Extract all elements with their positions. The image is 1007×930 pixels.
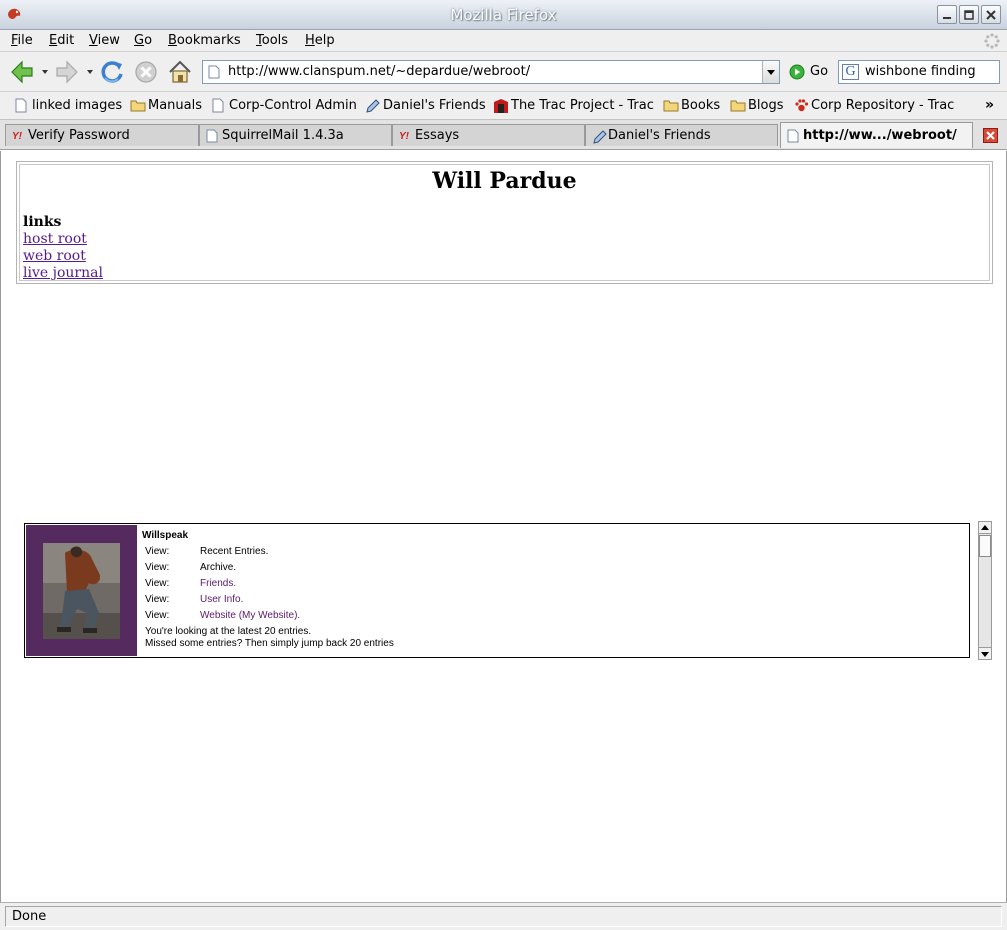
- pencil-icon: [593, 130, 607, 144]
- menu-view[interactable]: View: [89, 33, 120, 48]
- svg-text:Y!: Y!: [12, 131, 23, 141]
- go-label: Go: [810, 64, 829, 79]
- scroll-up-arrow-icon[interactable]: [979, 522, 991, 534]
- page-icon: [15, 98, 27, 113]
- scroll-thumb[interactable]: [979, 535, 991, 557]
- journal-header: Willspeak View: Recent Entries. View: Ar…: [24, 523, 970, 658]
- svg-text:Y!: Y!: [399, 131, 410, 141]
- menu-bar: File Edit View Go Bookmarks Tools Help: [0, 30, 1007, 52]
- minimize-button[interactable]: [937, 5, 957, 24]
- entries-note: You're looking at the latest 20 entries.: [145, 626, 312, 637]
- search-input[interactable]: G wishbone finding: [838, 60, 1000, 84]
- page-icon: [206, 129, 218, 143]
- link-live-journal[interactable]: live journal: [23, 265, 103, 281]
- frame-scrollbar[interactable]: [978, 521, 992, 660]
- back-history-dropdown[interactable]: [42, 70, 48, 74]
- journal-title: Willspeak: [142, 530, 189, 541]
- tab-essays[interactable]: Y! Essays: [392, 124, 585, 146]
- url-bar[interactable]: http://www.clanspum.net/~depardue/webroo…: [202, 60, 780, 84]
- status-bar: Done: [0, 902, 1007, 930]
- menu-bookmarks[interactable]: Bookmarks: [168, 33, 241, 48]
- maximize-button[interactable]: [959, 5, 979, 24]
- minimize-icon: [943, 17, 951, 19]
- url-history-dropdown[interactable]: [762, 61, 779, 83]
- home-icon[interactable]: [166, 58, 194, 86]
- close-icon: [986, 10, 996, 20]
- status-field: Done: [5, 906, 1002, 927]
- tab-daniels-friends[interactable]: Daniel's Friends: [585, 124, 778, 146]
- status-text: Done: [12, 909, 47, 924]
- tab-webroot[interactable]: http://ww.../webroot/: [780, 122, 973, 148]
- tab-strip: Y! Verify Password SquirrelMail 1.4.3a Y…: [0, 120, 1007, 150]
- link-host-root[interactable]: host root: [23, 231, 87, 247]
- menu-go[interactable]: Go: [134, 33, 152, 48]
- header-table: Will Pardue links host root web root liv…: [16, 161, 993, 284]
- forward-arrow-icon[interactable]: [53, 58, 81, 86]
- paw-icon: [795, 99, 809, 112]
- close-window-button[interactable]: [981, 5, 1001, 24]
- link-recent-entries[interactable]: Recent Entries.: [200, 546, 268, 557]
- stop-icon[interactable]: [132, 58, 160, 86]
- menu-tools[interactable]: Tools: [256, 33, 288, 48]
- folder-icon: [130, 100, 146, 112]
- folder-icon: [663, 100, 679, 112]
- page-icon: [787, 129, 799, 143]
- jump-back-note[interactable]: Missed some entries? Then simply jump ba…: [145, 638, 394, 649]
- link-friends[interactable]: Friends.: [200, 578, 236, 589]
- page-title: Will Pardue: [432, 168, 577, 194]
- window-title: Mozilla Firefox: [450, 6, 557, 24]
- bookmarks-toolbar: linked images Manuals Corp-Control Admin…: [0, 92, 1007, 120]
- avatar-panel: [26, 525, 137, 656]
- link-web-root[interactable]: web root: [23, 248, 86, 264]
- scroll-down-arrow-icon[interactable]: [979, 647, 991, 659]
- menu-help[interactable]: Help: [305, 33, 335, 48]
- close-icon: [986, 131, 995, 140]
- bookmarks-overflow-chevron[interactable]: »: [985, 97, 994, 113]
- link-archive[interactable]: Archive.: [200, 562, 236, 573]
- url-text: http://www.clanspum.net/~depardue/webroo…: [228, 64, 531, 79]
- menu-file[interactable]: File: [11, 33, 33, 48]
- link-website[interactable]: Website (My Website).: [200, 610, 300, 621]
- folder-icon: [730, 100, 746, 112]
- embedded-journal-frame: Willspeak View: Recent Entries. View: Ar…: [23, 521, 993, 660]
- throbber-icon: [984, 33, 1000, 49]
- menu-file-rest: ile: [17, 33, 33, 48]
- window-titlebar: Mozilla Firefox: [0, 0, 1007, 30]
- yahoo-icon: Y!: [399, 131, 410, 141]
- tab-verify-password[interactable]: Y! Verify Password: [5, 124, 199, 146]
- pencil-icon: [366, 99, 380, 113]
- links-heading: links: [23, 214, 62, 230]
- page-icon: [212, 98, 224, 113]
- navigation-toolbar: http://www.clanspum.net/~depardue/webroo…: [0, 52, 1007, 92]
- search-value: wishbone finding: [865, 64, 976, 79]
- page-icon: [208, 65, 220, 79]
- menu-edit[interactable]: Edit: [49, 33, 74, 48]
- yahoo-icon: Y!: [12, 131, 23, 141]
- page-content: Will Pardue links host root web root liv…: [0, 151, 1007, 902]
- user-photo: [43, 543, 120, 639]
- header-cell: Will Pardue links host root web root liv…: [19, 164, 990, 281]
- google-search-engine-icon[interactable]: G: [842, 64, 859, 80]
- go-icon: [789, 64, 805, 80]
- tab-squirrelmail[interactable]: SquirrelMail 1.4.3a: [199, 124, 392, 146]
- trac-icon: [494, 99, 508, 113]
- link-user-info[interactable]: User Info.: [200, 594, 243, 605]
- close-tab-button[interactable]: [983, 128, 998, 143]
- back-arrow-icon[interactable]: [8, 58, 36, 86]
- maximize-icon: [964, 10, 974, 20]
- forward-history-dropdown[interactable]: [87, 70, 93, 74]
- reload-icon[interactable]: [98, 58, 126, 86]
